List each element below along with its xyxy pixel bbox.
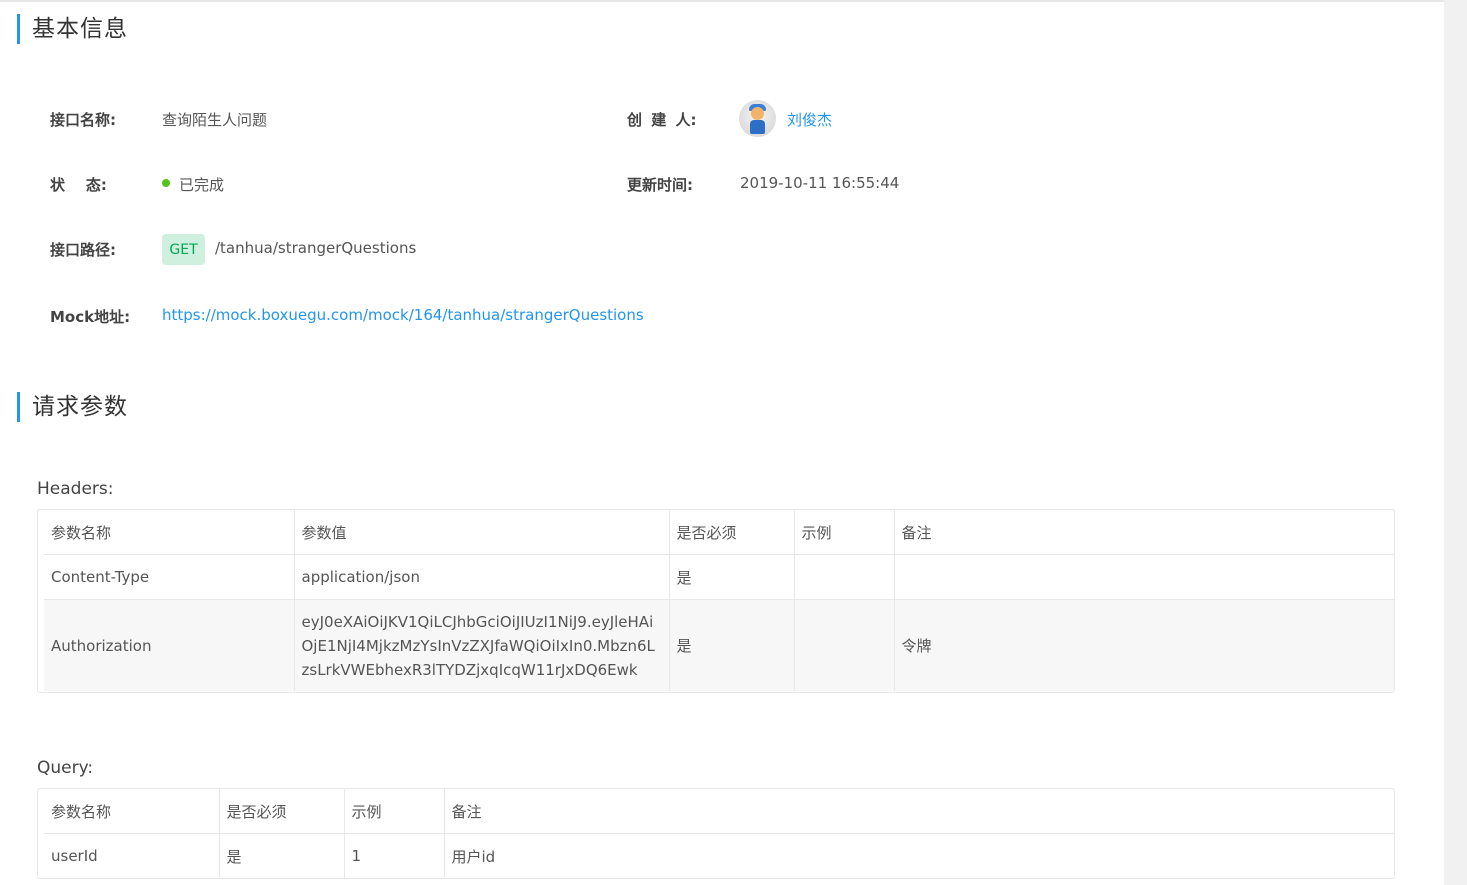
table-cell	[894, 554, 1394, 600]
creator-link[interactable]: 刘俊杰	[787, 109, 832, 130]
table-cell: Authorization	[44, 599, 295, 691]
path-label: 接口路径:	[50, 241, 116, 259]
column-header: 参数名称	[44, 789, 220, 834]
column-header: 是否必须	[219, 789, 345, 834]
status-value: 已完成	[179, 176, 225, 194]
avatar-body-shape	[750, 120, 765, 134]
table-row: userId 是 1 用户id	[44, 833, 1394, 878]
table-cell: 是	[669, 554, 795, 600]
updated-time-value: 2019-10-11 16:55:44	[740, 174, 900, 192]
headers-title: Headers:	[37, 479, 114, 499]
headers-table-header-row: 参数名称 参数值 是否必须 示例 备注	[44, 510, 1394, 555]
column-header: 是否必须	[669, 510, 795, 555]
request-params-title: 请求参数	[17, 392, 128, 422]
column-header: 示例	[344, 789, 445, 834]
top-divider	[0, 0, 1444, 2]
column-header: 备注	[894, 510, 1394, 555]
status-label: 状 态:	[50, 176, 107, 194]
creator-avatar[interactable]	[739, 100, 776, 137]
updated-time-label: 更新时间:	[627, 176, 693, 194]
table-cell: application/json	[294, 554, 670, 600]
table-cell: 是	[219, 833, 345, 878]
headers-table: 参数名称 参数值 是否必须 示例 备注 Content-Type applica…	[37, 509, 1395, 693]
column-header: 示例	[794, 510, 895, 555]
column-header: 参数名称	[44, 510, 295, 555]
table-row: Authorization eyJ0eXAiOiJKV1QiLCJhbGciOi…	[44, 599, 1394, 691]
table-cell: userId	[44, 833, 220, 878]
table-cell: 令牌	[894, 599, 1394, 691]
table-cell: eyJ0eXAiOiJKV1QiLCJhbGciOiJIUzI1NiJ9.eyJ…	[294, 599, 670, 691]
table-cell	[794, 599, 895, 691]
table-cell: 1	[344, 833, 445, 878]
interface-name-label: 接口名称:	[50, 111, 116, 129]
basic-info-title: 基本信息	[17, 14, 128, 44]
avatar-head-shape	[751, 107, 764, 120]
query-table: 参数名称 是否必须 示例 备注 userId 是 1 用户id	[37, 788, 1395, 879]
path-value: /tanhua/strangerQuestions	[215, 239, 417, 257]
interface-name-value: 查询陌生人问题	[162, 111, 268, 129]
status-dot-icon	[162, 179, 170, 187]
mock-label: Mock地址:	[50, 308, 131, 326]
scrollbar[interactable]	[1444, 0, 1467, 885]
mock-url-link[interactable]: https://mock.boxuegu.com/mock/164/tanhua…	[162, 306, 644, 324]
query-title: Query:	[37, 758, 94, 778]
table-cell	[794, 554, 895, 600]
table-row: Content-Type application/json 是	[44, 554, 1394, 600]
table-cell: 是	[669, 599, 795, 691]
creator-label: 创 建 人:	[627, 111, 697, 129]
table-cell: Content-Type	[44, 554, 295, 600]
table-cell: 用户id	[451, 847, 496, 866]
column-header: 参数值	[294, 510, 670, 555]
query-table-header-row: 参数名称 是否必须 示例 备注	[44, 789, 1394, 834]
method-tag: GET	[162, 234, 205, 265]
column-header: 备注	[444, 789, 1394, 834]
